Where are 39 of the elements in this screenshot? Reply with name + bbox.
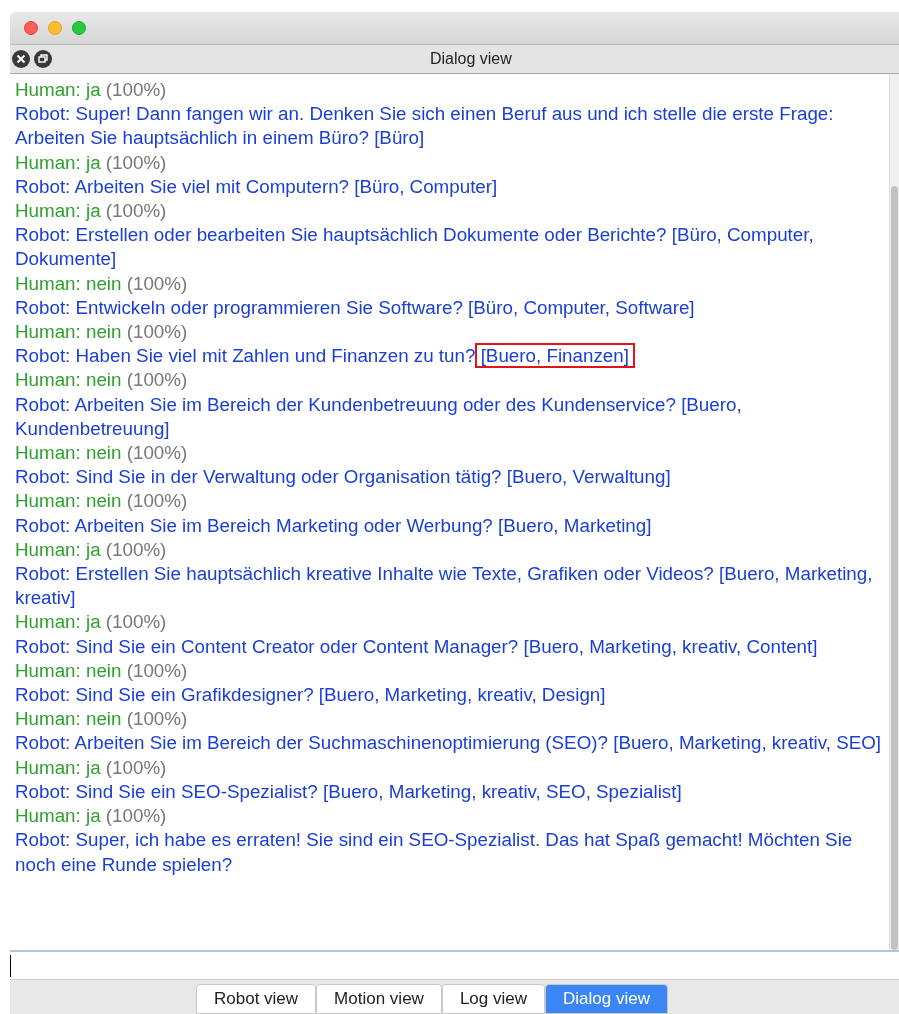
chat-line: Human: nein (100%) bbox=[15, 271, 189, 296]
chat-line: Robot: Arbeiten Sie im Bereich der Suchmaschinenoptimierung (SEO)? [Buero, Marketing, kreativ, SEO] bbox=[15, 731, 883, 756]
chat-line: Human: nein (100%) bbox=[15, 707, 189, 732]
chat-line: Human: ja (100%) bbox=[15, 199, 168, 223]
chat-line: Human: ja (100%) bbox=[15, 610, 168, 635]
chat-line: Robot: Arbeiten Sie im Bereich Marketing oder Werbung? [Buero, Marketing] bbox=[15, 513, 653, 538]
minimize-icon[interactable] bbox=[48, 21, 62, 35]
chat-line: Robot: Sind Sie ein Content Creator oder Content Manager? [Buero, Marketing, kreativ, Content] bbox=[15, 634, 819, 659]
chat-line: Robot: Sind Sie ein SEO-Spezialist? [Buero, Marketing, kreativ, SEO, Spezialist] bbox=[15, 779, 683, 804]
chat-line: Robot: Arbeiten Sie viel mit Computern? [Büro, Computer] bbox=[15, 174, 499, 199]
tab[interactable]: Motion view bbox=[316, 984, 442, 1014]
chat-line: Robot: Haben Sie viel mit Zahlen und Finanzen zu tun? [Buero, Finanzen] bbox=[15, 344, 885, 369]
chat-line: Human: nein (100%) bbox=[15, 658, 189, 683]
chat-line: Human: ja (100%) bbox=[15, 804, 168, 829]
chat-line: Robot: Super! Dann fangen wir an. Denken Sie sich einen Beruf aus und ich stelle die erste Frage: Arbeiten Sie hauptsächlich in einem Büro? [Büro] bbox=[15, 102, 835, 151]
chat-line: Human: nein (100%) bbox=[15, 320, 189, 345]
input-field[interactable] bbox=[10, 952, 899, 980]
tab[interactable]: Log view bbox=[441, 984, 545, 1014]
chat-line: Human: ja (100%) bbox=[15, 78, 168, 102]
chat-line: Human: ja (100%) bbox=[15, 755, 168, 780]
tab[interactable]: Robot view bbox=[196, 984, 317, 1014]
chat-line: Robot: Erstellen Sie hauptsächlich kreative Inhalte wie Texte, Grafiken oder Videos? [Buero, Marketing, kreativ] bbox=[15, 562, 874, 611]
maximize-icon[interactable] bbox=[72, 21, 86, 35]
restore-icon[interactable] bbox=[34, 50, 52, 68]
chat-line: Robot: Sind Sie in der Verwaltung oder Organisation tätig? [Buero, Verwaltung] bbox=[15, 465, 672, 490]
chat-line: Robot: Arbeiten Sie im Bereich der Kundenbetreuung oder des Kundenservice? [Buero, Kundenbetreuung] bbox=[15, 392, 743, 441]
scrollbar[interactable] bbox=[889, 74, 899, 950]
tab[interactable]: Dialog view bbox=[545, 984, 668, 1014]
panel-title: Dialog view bbox=[430, 49, 512, 69]
chat-line: Human: nein (100%) bbox=[15, 368, 189, 393]
chat-line: Robot: Entwickeln oder programmieren Sie Software? [Büro, Computer, Software] bbox=[15, 295, 696, 320]
chat-line: Human: ja (100%) bbox=[15, 537, 168, 562]
chat-line: Robot: Sind Sie ein Grafikdesigner? [Buero, Marketing, kreativ, Design] bbox=[15, 683, 607, 708]
chat-line: Robot: Super, ich habe es erraten! Sie sind ein SEO-Spezialist. Das hat Spaß gemacht! Möchten Sie noch eine Runde spielen? bbox=[15, 828, 854, 877]
chat-line: Human: nein (100%) bbox=[15, 489, 189, 514]
chat-line: Robot: Erstellen oder bearbeiten Sie hauptsächlich Dokumente oder Berichte? [Büro, Computer, Dokumente] bbox=[15, 223, 815, 272]
chat-line: Human: ja (100%) bbox=[15, 150, 168, 175]
chat-line: Human: nein (100%) bbox=[15, 441, 189, 466]
close-icon[interactable] bbox=[12, 50, 30, 68]
